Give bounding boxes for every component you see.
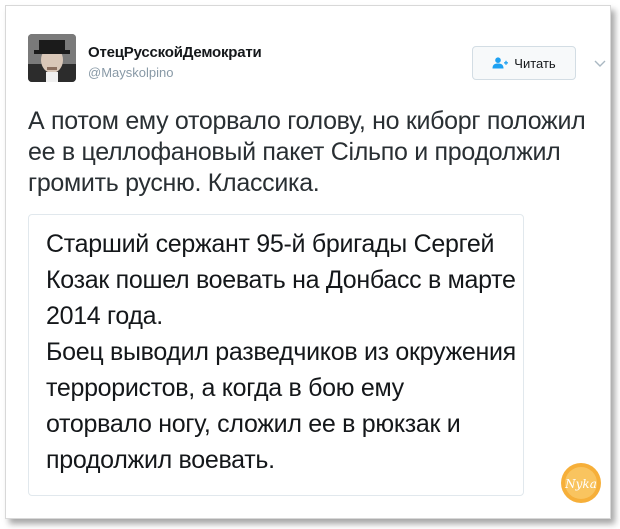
quoted-post-text: Старший сержант 95-й бригады Сергей Коза… [46, 226, 516, 478]
add-user-icon [492, 57, 509, 69]
watermark-logo-icon: Nyka [560, 462, 602, 504]
avatar-image [28, 34, 76, 82]
avatar[interactable] [28, 34, 76, 82]
follow-button[interactable]: Читать [472, 46, 576, 80]
follow-button-label: Читать [514, 55, 556, 71]
quoted-post[interactable]: Старший сержант 95-й бригады Сергей Коза… [28, 214, 524, 496]
tweet-text: А потом ему оторвало голову, но киборг п… [28, 107, 586, 197]
svg-text:Nyka: Nyka [564, 477, 597, 491]
author-handle[interactable]: @Mayskolpino [88, 65, 173, 80]
tweet-card: ОтецРусскойДемократи @Mayskolpino Читать… [5, 5, 611, 519]
author-name[interactable]: ОтецРусскойДемократи [88, 44, 262, 61]
chevron-down-icon[interactable] [594, 56, 606, 67]
quoted-post-text-content: Старший сержант 95-й бригады Сергей Коза… [46, 230, 516, 474]
